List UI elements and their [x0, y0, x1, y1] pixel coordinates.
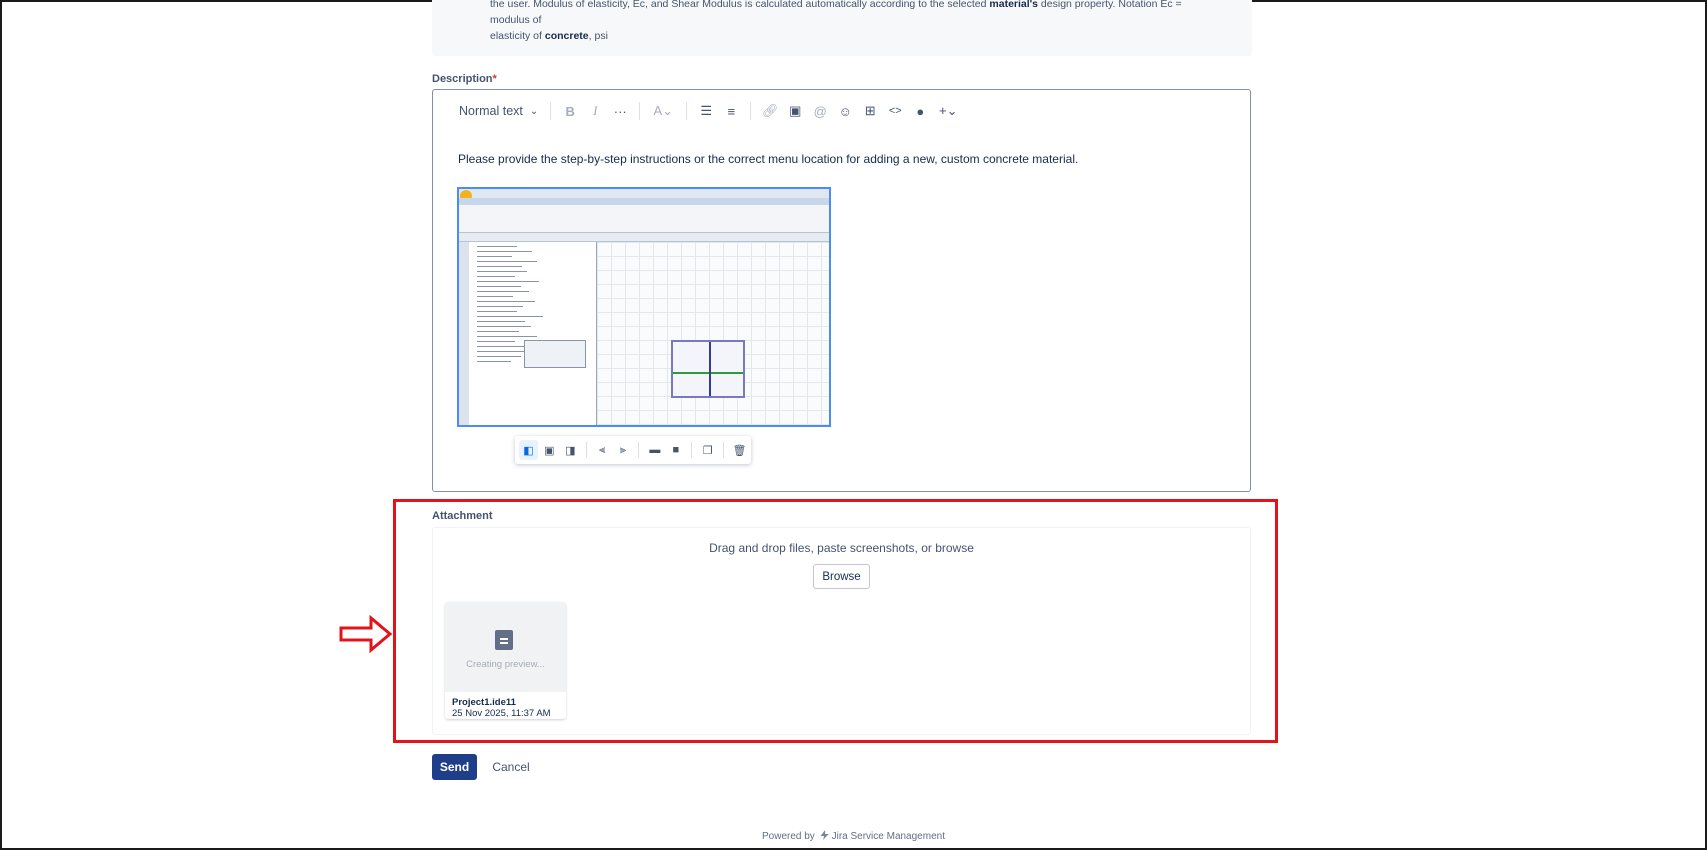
width-full-icon[interactable]: ■: [666, 440, 685, 460]
powered-by-footer: Powered by Jira Service Management: [0, 830, 1707, 842]
toolbar-divider: [686, 102, 688, 120]
table-icon[interactable]: ⊞: [859, 100, 881, 122]
red-arrow-annotation-icon: [339, 615, 393, 653]
numbered-list-icon[interactable]: ≡: [720, 100, 742, 122]
bullet-list-icon[interactable]: ☰: [695, 100, 717, 122]
toolbar-divider: [585, 442, 587, 458]
attachment-dropzone[interactable]: Drag and drop files, paste screenshots, …: [432, 527, 1251, 735]
link-icon[interactable]: 🔗︎: [759, 100, 781, 122]
align-left-icon[interactable]: ◧: [519, 440, 538, 460]
toolbar-divider: [639, 102, 641, 120]
delete-icon[interactable]: 🗑︎: [730, 440, 749, 460]
attachment-file-card[interactable]: Creating preview... Project1.ide11 25 No…: [445, 602, 566, 719]
field-help-text: the user. Modulus of elasticity, Ec, and…: [490, 0, 1182, 42]
code-icon[interactable]: <>: [884, 100, 906, 122]
embedded-titlebar: [459, 189, 829, 198]
italic-icon[interactable]: I: [584, 100, 606, 122]
copy-icon[interactable]: ❐: [698, 440, 717, 460]
embedded-toolstrip: [459, 233, 829, 242]
more-formatting-icon[interactable]: ···: [609, 100, 631, 122]
wrap-left-icon[interactable]: ⫷: [593, 440, 612, 460]
align-center-icon[interactable]: ▣: [540, 440, 559, 460]
toolbar-divider: [638, 442, 640, 458]
mention-icon[interactable]: @: [809, 100, 831, 122]
preview-status: Creating preview...: [466, 659, 545, 670]
wrap-right-icon[interactable]: ⫸: [614, 440, 633, 460]
align-right-icon[interactable]: ◨: [561, 440, 580, 460]
attachment-label: Attachment: [432, 510, 493, 522]
description-text: Please provide the step-by-step instruct…: [458, 152, 1079, 166]
file-date: 25 Nov 2025, 11:37 AM: [452, 708, 551, 719]
info-icon[interactable]: ●: [909, 100, 931, 122]
file-preview-area: Creating preview...: [445, 602, 566, 692]
toolbar-divider: [691, 442, 693, 458]
embedded-structure-tree: [469, 242, 597, 425]
toolbar-divider: [550, 102, 552, 120]
powered-by-text: Powered by: [762, 831, 815, 842]
description-label: Description*: [432, 73, 497, 85]
embedded-popup: [524, 340, 586, 368]
toolbar-divider: [723, 442, 725, 458]
editor-toolbar: Normal text ⌄ B I ··· A⌄ ☰ ≡ 🔗︎ ▣ @ ☺ ⊞ …: [455, 100, 965, 122]
insert-more-icon[interactable]: +⌄: [934, 100, 962, 122]
width-wide-icon[interactable]: ▬: [645, 440, 664, 460]
bold-icon[interactable]: B: [559, 100, 581, 122]
required-marker: *: [492, 73, 497, 85]
embedded-ribbon-tabs: [459, 198, 829, 205]
browse-button[interactable]: Browse: [813, 564, 870, 589]
send-button[interactable]: Send: [432, 754, 477, 780]
jira-logo-icon: [820, 830, 829, 840]
text-color-icon[interactable]: A⌄: [648, 100, 678, 122]
document-icon: [495, 630, 513, 650]
description-editor[interactable]: Normal text ⌄ B I ··· A⌄ ☰ ≡ 🔗︎ ▣ @ ☺ ⊞ …: [432, 89, 1251, 492]
image-icon[interactable]: ▣: [784, 100, 806, 122]
emoji-icon[interactable]: ☺: [834, 100, 856, 122]
embedded-model-frame: [671, 340, 745, 398]
product-name[interactable]: Jira Service Management: [832, 831, 945, 842]
image-toolbar: ◧ ▣ ◨ ⫷ ⫸ ▬ ■ ❐ 🗑︎: [515, 436, 751, 464]
embedded-screenshot-image[interactable]: [457, 187, 831, 427]
text-style-dropdown[interactable]: Normal text ⌄: [455, 100, 542, 122]
embedded-left-iconbar: [459, 242, 469, 425]
embedded-ribbon: [459, 205, 829, 233]
cancel-button[interactable]: Cancel: [485, 754, 537, 780]
file-name: Project1.ide11: [452, 697, 516, 708]
toolbar-divider: [750, 102, 752, 120]
dropzone-instructions: Drag and drop files, paste screenshots, …: [709, 541, 974, 555]
